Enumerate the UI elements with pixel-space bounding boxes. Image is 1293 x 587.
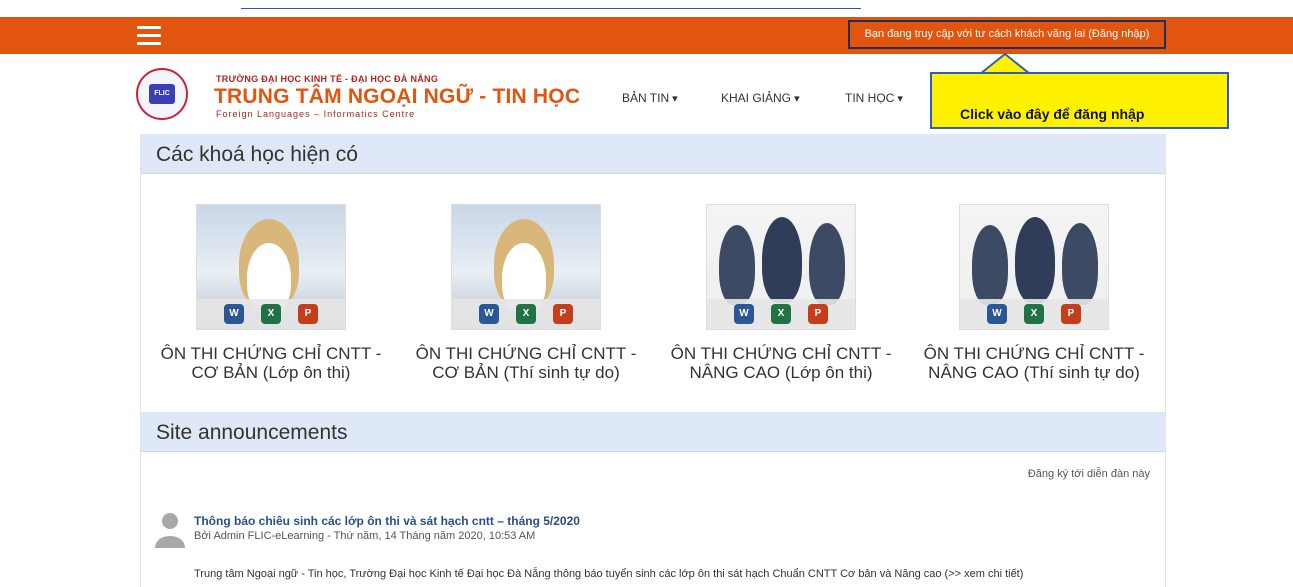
word-icon: W <box>987 304 1007 324</box>
logo-centre-name: TRUNG TÂM NGOẠI NGỮ - TIN HỌC <box>214 85 581 108</box>
user-avatar-icon <box>155 513 185 548</box>
top-navbar: Bạn đang truy cập với tư cách khách vãng… <box>0 17 1293 54</box>
document-hyperlink[interactable] <box>241 0 861 9</box>
course-title[interactable]: ÔN THI CHỨNG CHỈ CNTT - NÂNG CAO (Lớp ôn… <box>661 344 901 382</box>
course-card[interactable]: W X P <box>196 204 346 330</box>
course-thumbnail[interactable]: W X P <box>196 204 346 330</box>
announcement-title[interactable]: Thông báo chiêu sinh các lớp ôn thi và s… <box>194 514 580 528</box>
excel-icon: X <box>261 304 281 324</box>
powerpoint-icon: P <box>553 304 573 324</box>
course-thumbnail[interactable]: W X P <box>706 204 856 330</box>
announcement-body: Trung tâm Ngoại ngữ - Tin học, Trường Đạ… <box>194 568 1024 580</box>
course-title[interactable]: ÔN THI CHỨNG CHỈ CNTT - CƠ BẢN (Lớp ôn t… <box>151 344 391 382</box>
course-card[interactable]: W X P <box>451 204 601 330</box>
hamburger-menu-icon[interactable] <box>137 26 161 46</box>
nav-tin-hoc[interactable]: TIN HỌC <box>845 91 903 105</box>
excel-icon: X <box>771 304 791 324</box>
course-thumbnail[interactable]: W X P <box>959 204 1109 330</box>
course-title[interactable]: ÔN THI CHỨNG CHỈ CNTT - NÂNG CAO (Thí si… <box>914 344 1154 382</box>
powerpoint-icon: P <box>1061 304 1081 324</box>
course-card[interactable]: W X P <box>959 204 1109 330</box>
powerpoint-icon: P <box>298 304 318 324</box>
nav-khai-giang[interactable]: KHAI GIẢNG <box>721 91 800 105</box>
excel-icon: X <box>1024 304 1044 324</box>
main-content: Các khoá học hiện có W X P ÔN THI CHỨNG … <box>140 134 1166 587</box>
word-icon: W <box>224 304 244 324</box>
logo-badge: FLIC <box>149 84 175 104</box>
nav-ban-tin[interactable]: BẢN TIN <box>622 91 678 105</box>
flic-logo-icon[interactable]: FLIC <box>136 68 188 120</box>
word-icon: W <box>734 304 754 324</box>
subscribe-forum-link[interactable]: Đăng ký tới diễn đàn này <box>1028 468 1150 480</box>
powerpoint-icon: P <box>808 304 828 324</box>
guest-login-notice[interactable]: Bạn đang truy cập với tư cách khách vãng… <box>848 20 1166 49</box>
logo-english-name: Foreign Languages – Informatics Centre <box>216 109 416 119</box>
logo-university-line: TRƯỜNG ĐẠI HỌC KINH TẾ - ĐẠI HỌC ĐÀ NẴNG <box>216 74 439 84</box>
course-card[interactable]: W X P <box>706 204 856 330</box>
course-title[interactable]: ÔN THI CHỨNG CHỈ CNTT - CƠ BẢN (Thí sinh… <box>406 344 646 382</box>
course-thumbnail[interactable]: W X P <box>451 204 601 330</box>
announcements-heading: Site announcements <box>141 412 1165 452</box>
word-icon: W <box>479 304 499 324</box>
login-callout-text: Click vào đây để đăng nhập <box>960 106 1145 122</box>
courses-heading: Các khoá học hiện có <box>141 134 1165 174</box>
announcement-meta: Bởi Admin FLIC-eLearning - Thứ năm, 14 T… <box>194 530 536 542</box>
excel-icon: X <box>516 304 536 324</box>
